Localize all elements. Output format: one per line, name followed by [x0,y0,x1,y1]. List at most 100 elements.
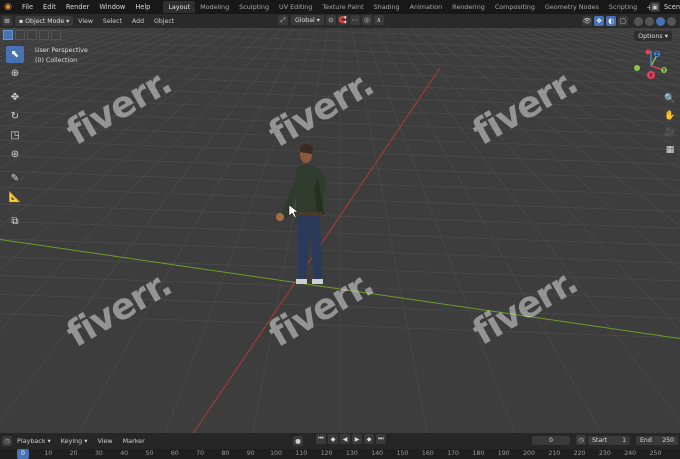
navigation-gizmo[interactable]: X Y Z [633,48,669,84]
main-menu: ◉ File Edit Render Window Help [0,0,155,14]
menu-window[interactable]: Window [94,0,130,14]
tab-uv-editing[interactable]: UV Editing [274,1,317,13]
timeline-view-menu[interactable]: View [92,437,117,445]
viewport-info: User Perspective (0) Collection [35,46,88,66]
annotate-tool-icon[interactable]: ✎ [6,170,24,187]
xray-toggle-icon[interactable]: ▢ [618,16,628,26]
tab-modeling[interactable]: Modeling [195,1,234,13]
ruler-tick: 160 [421,450,434,457]
character-left-hand [276,213,284,221]
play-reverse-icon[interactable]: ◀ [340,434,350,444]
menu-render[interactable]: Render [61,0,94,14]
menu-object[interactable]: Object [149,18,179,25]
menu-select[interactable]: Select [98,18,127,25]
falloff-icon[interactable]: ∧ [373,15,384,25]
transform-tools: ⤢ Global ▾ ⊙ 🧲 ⋯ ◎ ∧ [276,15,384,25]
character-model[interactable] [276,144,326,284]
menu-view[interactable]: View [73,18,98,25]
add-cube-tool-icon[interactable]: ⧉ [6,213,24,230]
next-keyframe-icon[interactable]: ◆ [364,434,374,444]
ruler-tick: 210 [548,450,561,457]
tab-layout[interactable]: Layout [163,1,196,13]
jump-end-icon[interactable]: ⏭ [376,434,386,444]
material-preview-shading-icon[interactable] [656,16,665,26]
orientation-dropdown[interactable]: Global ▾ [291,15,324,25]
playback-label: Playback [17,437,46,445]
overlays-toggle-icon[interactable]: ◐ [606,16,616,26]
menu-file[interactable]: File [17,0,38,14]
mode-dropdown[interactable]: ▪ Object Mode ▾ [15,16,74,26]
current-frame-field[interactable]: 0 [532,436,570,445]
proportional-editing-icon[interactable]: ◎ [361,15,372,25]
rendered-shading-icon[interactable] [667,16,676,26]
workspace-tabs: Layout Modeling Sculpting UV Editing Tex… [163,0,657,14]
measure-tool-icon[interactable]: 📐 [6,189,24,206]
blender-logo-icon[interactable]: ◉ [2,1,14,13]
snap-icon[interactable]: 🧲 [337,15,348,25]
options-dropdown[interactable]: Options ▾ [634,31,672,41]
select-subtract-icon[interactable] [27,29,37,40]
start-frame-field[interactable]: Start 1 [588,436,630,445]
pan-hand-icon[interactable]: ✋ [663,109,677,123]
menu-help[interactable]: Help [130,0,155,14]
gizmo-toggle-icon[interactable]: ✥ [594,16,604,26]
visibility-icon[interactable]: 👁 [582,16,592,26]
timeline-marker-menu[interactable]: Marker [118,437,150,445]
tab-sculpting[interactable]: Sculpting [234,1,274,13]
ruler-tick: 250 [649,450,662,457]
ruler-tick: 20 [69,450,78,457]
select-extend-icon[interactable] [15,29,25,40]
ruler-tick: 100 [270,450,282,457]
menu-add[interactable]: Add [127,18,149,25]
grid-line [616,28,680,43]
perspective-toggle-icon[interactable]: ▦ [663,143,677,157]
end-frame-field[interactable]: End 250 [636,436,678,445]
tab-animation[interactable]: Animation [405,1,448,13]
tab-compositing[interactable]: Compositing [490,1,540,13]
cursor-tool-icon[interactable]: ⊕ [6,65,24,82]
select-intersect-icon[interactable] [51,29,61,40]
transform-tool-icon[interactable]: ⊛ [6,146,24,163]
end-label: End [640,437,652,444]
tab-scripting[interactable]: Scripting [604,1,642,13]
auto-keying-icon[interactable]: ● [293,436,303,446]
zoom-icon[interactable]: 🔍 [663,92,677,106]
play-icon[interactable]: ▶ [352,434,362,444]
scene-icon[interactable]: ▣ [649,2,660,12]
select-box-tool-icon[interactable]: ⬉ [6,46,24,63]
prev-keyframe-icon[interactable]: ◆ [328,434,338,444]
tab-texture-paint[interactable]: Texture Paint [317,1,368,13]
ruler-tick: 220 [573,450,586,457]
gizmo-neg-y-handle[interactable] [634,65,640,71]
scale-tool-icon[interactable]: ◳ [6,127,24,144]
move-tool-icon[interactable]: ✥ [6,89,24,106]
select-new-icon[interactable] [3,29,13,40]
tab-geometry-nodes[interactable]: Geometry Nodes [540,1,604,13]
snap-target-icon[interactable]: ⋯ [349,15,360,25]
pivot-point-icon[interactable]: ⊙ [325,15,336,25]
transform-orientation-icon[interactable]: ⤢ [278,15,288,25]
timeline-keying-menu[interactable]: Keying ▾ [56,437,93,445]
rotate-tool-icon[interactable]: ↻ [6,108,24,125]
tab-shading[interactable]: Shading [369,1,405,13]
menu-edit[interactable]: Edit [38,0,61,14]
jump-start-icon[interactable]: ⏮ [316,434,326,444]
tab-rendering[interactable]: Rendering [447,1,490,13]
preview-range-icon[interactable]: ◷ [576,435,586,445]
gizmo-neg-x-handle[interactable] [645,49,651,55]
scene-name[interactable]: Scen [660,3,680,11]
playhead-frame: 0 [17,449,29,459]
top-bar: ◉ File Edit Render Window Help Layout Mo… [0,0,680,14]
timeline-playback-menu[interactable]: Playback ▾ [12,437,56,445]
ruler-tick: 90 [246,450,255,457]
camera-view-icon[interactable]: 🎥 [663,126,677,140]
solid-shading-icon[interactable] [645,16,654,26]
editor-type-icon[interactable]: ⊞ [2,16,12,26]
character-jeans [297,216,322,282]
timeline-editor: ◷ Playback ▾ Keying ▾ View Marker ● ⏮ ◆ … [0,433,680,459]
select-invert-icon[interactable] [39,29,49,40]
editor-type-clock-icon[interactable]: ◷ [2,436,12,446]
navigation-controls: 🔍 ✋ 🎥 ▦ [663,92,677,160]
frame-ruler[interactable]: 0 10 20 30 40 50 60 70 80 90 100 110 120 130 140 150 160… [0,449,680,459]
wireframe-shading-icon[interactable] [634,16,643,26]
